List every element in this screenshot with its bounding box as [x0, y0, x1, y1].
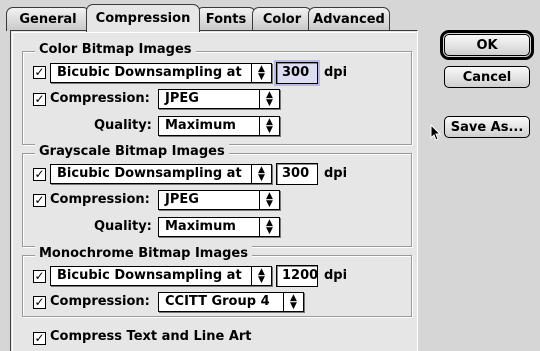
mono-compression-checkbox[interactable]: ✓ — [33, 296, 46, 309]
ok-button[interactable]: OK — [440, 30, 534, 60]
color-dpi-field[interactable]: 300 — [274, 60, 320, 86]
color-compression-checkbox[interactable]: ✓ — [33, 93, 46, 106]
compress-text-label: Compress Text and Line Art — [50, 329, 252, 344]
grayscale-compression-value: JPEG — [165, 192, 199, 207]
mono-compression-popup[interactable]: CCITT Group 4 ▲ ▼ — [158, 292, 304, 312]
save-as-button[interactable]: Save As... — [444, 116, 530, 138]
mono-dpi-unit: dpi — [324, 268, 348, 283]
mono-compression-value: CCITT Group 4 — [165, 294, 270, 309]
tab-compression[interactable]: Compression — [86, 4, 200, 32]
grayscale-downsample-popup[interactable]: Bicubic Downsampling at ▲ ▼ — [50, 164, 272, 184]
updown-arrow-icon: ▲ ▼ — [251, 165, 271, 183]
tab-fonts[interactable]: Fonts — [196, 7, 256, 31]
grayscale-quality-label: Quality: — [94, 219, 152, 234]
mono-compression-label: Compression: — [50, 294, 150, 309]
updown-arrow-icon: ▲ ▼ — [251, 267, 271, 285]
grayscale-dpi-field[interactable]: 300 — [276, 163, 318, 185]
color-downsample-popup[interactable]: Bicubic Downsampling at ▲ ▼ — [50, 63, 272, 83]
updown-arrow-icon: ▲ ▼ — [259, 90, 279, 108]
updown-arrow-icon: ▲ ▼ — [283, 293, 303, 311]
mono-dpi-field[interactable]: 1200 — [276, 265, 318, 287]
tab-color[interactable]: Color — [252, 7, 312, 31]
mono-downsample-popup[interactable]: Bicubic Downsampling at ▲ ▼ — [50, 266, 272, 286]
color-group-title: Color Bitmap Images — [35, 42, 196, 57]
color-downsample-checkbox[interactable]: ✓ — [33, 66, 46, 79]
grayscale-downsample-checkbox[interactable]: ✓ — [33, 168, 46, 181]
grayscale-compression-checkbox[interactable]: ✓ — [33, 194, 46, 207]
mono-group-title: Monochrome Bitmap Images — [35, 246, 252, 261]
grayscale-compression-popup[interactable]: JPEG ▲ ▼ — [158, 190, 280, 210]
tab-advanced[interactable]: Advanced — [308, 7, 390, 31]
color-downsample-value: Bicubic Downsampling at — [57, 65, 242, 80]
updown-arrow-icon: ▲ ▼ — [259, 191, 279, 209]
color-compression-popup[interactable]: JPEG ▲ ▼ — [158, 89, 280, 109]
grayscale-group-title: Grayscale Bitmap Images — [35, 144, 229, 159]
grayscale-quality-popup[interactable]: Maximum ▲ ▼ — [158, 217, 280, 237]
color-dpi-unit: dpi — [324, 65, 348, 80]
mono-downsample-checkbox[interactable]: ✓ — [33, 270, 46, 283]
grayscale-dpi-unit: dpi — [324, 166, 348, 181]
grayscale-compression-label: Compression: — [50, 192, 150, 207]
updown-arrow-icon: ▲ ▼ — [251, 64, 271, 82]
arrow-pointer-icon — [430, 124, 442, 141]
updown-arrow-icon: ▲ ▼ — [259, 218, 279, 236]
cancel-button[interactable]: Cancel — [444, 66, 530, 88]
mono-downsample-value: Bicubic Downsampling at — [57, 268, 242, 283]
grayscale-downsample-value: Bicubic Downsampling at — [57, 166, 242, 181]
color-compression-label: Compression: — [50, 91, 150, 106]
color-quality-value: Maximum — [165, 118, 236, 133]
updown-arrow-icon: ▲ ▼ — [259, 117, 279, 135]
color-quality-popup[interactable]: Maximum ▲ ▼ — [158, 116, 280, 136]
tab-general[interactable]: General — [6, 7, 90, 31]
grayscale-quality-value: Maximum — [165, 219, 236, 234]
compress-text-checkbox[interactable]: ✓ — [33, 332, 46, 345]
color-compression-value: JPEG — [165, 91, 199, 106]
color-quality-label: Quality: — [94, 118, 152, 133]
